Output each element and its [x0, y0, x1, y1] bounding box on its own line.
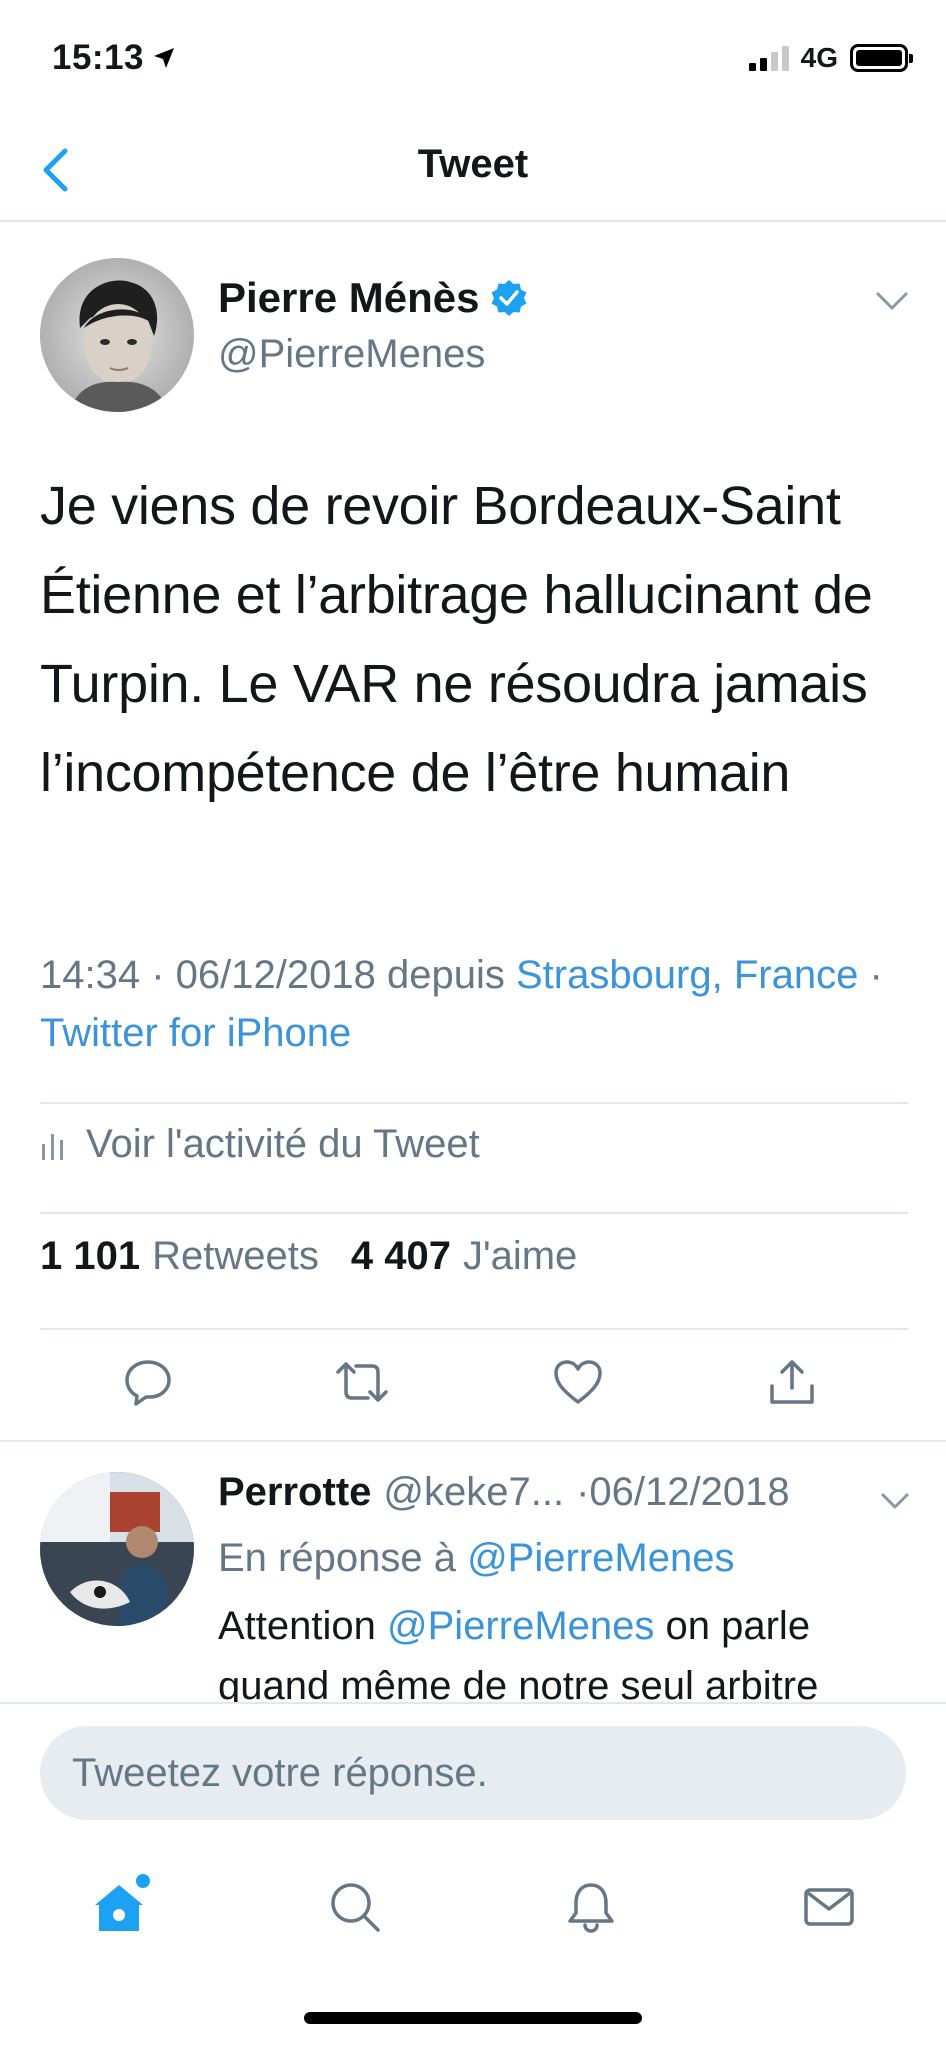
reply-context: En réponse à @PierreMenes — [218, 1536, 734, 1581]
tab-search[interactable] — [320, 1872, 390, 1942]
author-handle[interactable]: @PierreMenes — [218, 332, 485, 377]
bar-chart-icon — [42, 1133, 63, 1160]
reply-icon — [125, 1360, 171, 1406]
tweet-text: Je viens de revoir Bordeaux-Saint Étienn… — [40, 476, 873, 803]
reply-date: ·06/12/2018 — [576, 1470, 790, 1514]
reply-button[interactable] — [118, 1352, 178, 1412]
home-indicator — [304, 2012, 642, 2024]
reply-input[interactable]: Tweetez votre réponse. — [40, 1726, 906, 1820]
reply-avatar[interactable] — [40, 1472, 194, 1626]
signal-icon — [748, 45, 789, 71]
reply-mention[interactable]: @PierreMenes — [387, 1604, 654, 1648]
author-name[interactable]: Pierre Ménès — [218, 274, 529, 322]
chevron-down-icon — [881, 1493, 909, 1509]
tab-bar — [0, 1842, 946, 1972]
reply-text: Attention @PierreMenes on parle quand mê… — [218, 1596, 928, 1702]
nav-bar: Tweet — [0, 120, 946, 222]
tab-home[interactable] — [84, 1872, 154, 1942]
tweet-meta: 14:34 · 06/12/2018 depuis Strasbourg, Fr… — [40, 946, 920, 1062]
network-type: 4G — [800, 42, 838, 73]
tweet-timestamp: 14:34 · 06/12/2018 depuis — [40, 953, 505, 997]
page-title: Tweet — [417, 142, 529, 186]
verified-badge-icon — [491, 280, 527, 316]
retweet-label[interactable]: Retweets — [152, 1234, 319, 1279]
tweet-source-link[interactable]: Twitter for iPhone — [40, 1011, 351, 1055]
like-count[interactable]: 4 407 — [351, 1234, 451, 1279]
author-avatar[interactable] — [40, 258, 194, 412]
like-label[interactable]: J'aime — [463, 1234, 577, 1279]
tweet-stats: 1 101 Retweets 4 407 J'aime — [40, 1234, 577, 1279]
like-button[interactable] — [548, 1352, 608, 1412]
battery-icon — [850, 44, 913, 72]
chevron-down-icon — [876, 292, 908, 310]
search-icon — [331, 1883, 380, 1932]
view-activity-label: Voir l'activité du Tweet — [86, 1122, 480, 1166]
retweet-icon — [336, 1362, 388, 1402]
tab-notifications[interactable] — [556, 1872, 626, 1942]
reply-author-name[interactable]: Perrotte — [218, 1470, 371, 1515]
reply-to-handle[interactable]: @PierreMenes — [467, 1536, 734, 1580]
divider — [40, 1102, 908, 1104]
compose-bar: Tweetez votre réponse. — [0, 1702, 946, 1842]
divider — [40, 1212, 908, 1214]
tab-messages[interactable] — [794, 1872, 864, 1942]
status-bar: 15:13 4G — [0, 0, 946, 120]
reply-to-prefix: En réponse à — [218, 1536, 456, 1580]
reply-header: Perrotte @keke7... ·06/12/2018 — [218, 1470, 790, 1515]
retweet-count[interactable]: 1 101 — [40, 1234, 140, 1279]
avatar-photo — [40, 258, 194, 412]
tweet-actions — [0, 1330, 946, 1440]
avatar-photo — [40, 1472, 194, 1626]
reply-text-start: Attention — [218, 1604, 376, 1648]
author-name-label: Pierre Ménès — [218, 274, 480, 321]
reply-tweet[interactable]: Perrotte @keke7... ·06/12/2018 En répons… — [0, 1442, 946, 1702]
meta-separator: · — [869, 953, 883, 997]
reply-options-button[interactable] — [878, 1488, 912, 1514]
share-button[interactable] — [762, 1352, 822, 1412]
bell-icon — [568, 1883, 614, 1933]
status-indicators: 4G — [748, 42, 913, 74]
status-time: 15:13 — [52, 38, 176, 78]
tweet-location-link[interactable]: Strasbourg, France — [516, 953, 858, 997]
reply-author-handle[interactable]: @keke7... — [383, 1470, 564, 1515]
tweet-options-button[interactable] — [872, 286, 912, 316]
mail-icon — [804, 1888, 854, 1926]
location-arrow-icon — [154, 48, 175, 68]
share-icon — [770, 1360, 814, 1404]
view-activity-button[interactable]: Voir l'activité du Tweet — [40, 1122, 480, 1167]
status-time-label: 15:13 — [52, 38, 145, 77]
new-content-dot — [136, 1874, 150, 1888]
retweet-button[interactable] — [332, 1352, 392, 1412]
heart-icon — [554, 1360, 602, 1404]
